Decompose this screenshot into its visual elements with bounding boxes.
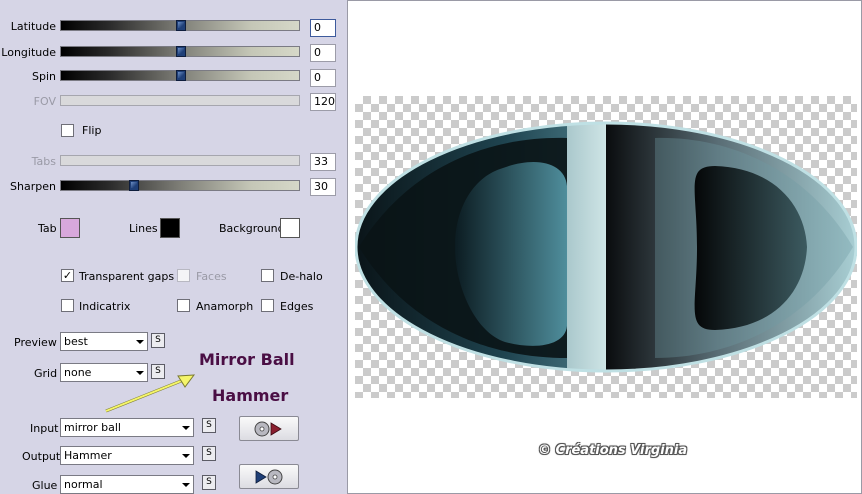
spin-slider[interactable] (60, 70, 300, 81)
faces-label: Faces (196, 270, 227, 283)
input-select[interactable]: mirror ball (60, 418, 194, 437)
fov-label: FOV (33, 95, 56, 108)
grid-label: Grid (34, 367, 58, 380)
indicatrix-checkbox[interactable] (61, 299, 74, 312)
output-s-button[interactable]: S (202, 446, 216, 461)
glue-s-button[interactable]: S (202, 475, 216, 490)
tabs-slider (60, 155, 300, 166)
tab-color-label: Tab (38, 222, 57, 235)
sharpen-label: Sharpen (10, 180, 56, 193)
play-disc-icon (255, 469, 283, 485)
save-output-button[interactable] (239, 464, 299, 489)
preview-s-button[interactable]: S (151, 333, 165, 348)
chevron-down-icon (136, 340, 144, 344)
anamorph-label: Anamorph (196, 300, 254, 313)
longitude-value[interactable]: 0 (310, 44, 336, 62)
preview-canvas: © Créations Virginia (347, 0, 862, 494)
flip-label: Flip (82, 124, 102, 137)
sharpen-slider-thumb[interactable] (129, 180, 139, 191)
grid-select-value: none (64, 366, 92, 379)
transparent-gaps-label: Transparent gaps (79, 270, 175, 283)
lines-color-label: Lines (129, 222, 158, 235)
latitude-slider-thumb[interactable] (176, 20, 186, 31)
input-s-button[interactable]: S (202, 418, 216, 433)
de-halo-label: De-halo (280, 270, 323, 283)
flip-checkbox[interactable] (61, 124, 74, 137)
annotation-hammer: Hammer (212, 386, 289, 405)
annotation-mirror-ball: Mirror Ball (199, 350, 295, 369)
chevron-down-icon (182, 483, 190, 487)
latitude-label: Latitude (10, 20, 56, 33)
output-select[interactable]: Hammer (60, 446, 194, 465)
edges-checkbox[interactable] (261, 299, 274, 312)
longitude-label: Longitude (1, 46, 56, 59)
fov-slider (60, 95, 300, 106)
disc-play-icon (254, 421, 282, 437)
hammer-projection-image (355, 121, 857, 373)
lines-color-swatch[interactable] (160, 218, 180, 238)
tabs-label: Tabs (31, 155, 56, 168)
chevron-down-icon (182, 454, 190, 458)
spin-value[interactable]: 0 (310, 69, 336, 87)
faces-checkbox (177, 269, 190, 282)
fov-value[interactable]: 120 (310, 93, 336, 111)
settings-panel: Latitude 0 Longitude 0 Spin 0 FOV 120 Fl… (0, 0, 346, 494)
glue-select[interactable]: normal (60, 475, 194, 494)
preview-select[interactable]: best (60, 332, 148, 351)
annotation-arrow-icon (105, 374, 196, 413)
glue-select-value: normal (64, 478, 103, 491)
preview-select-value: best (64, 335, 88, 348)
transparent-gaps-checkbox[interactable]: ✓ (61, 269, 74, 282)
tab-color-swatch[interactable] (60, 218, 80, 238)
preview-label: Preview (14, 336, 57, 349)
longitude-slider[interactable] (60, 46, 300, 57)
tabs-value[interactable]: 33 (310, 153, 336, 171)
output-label: Output (22, 450, 61, 463)
credit-watermark: © Créations Virginia (538, 443, 688, 458)
longitude-slider-thumb[interactable] (176, 46, 186, 57)
indicatrix-label: Indicatrix (79, 300, 131, 313)
glue-label: Glue (32, 479, 58, 492)
chevron-down-icon (182, 426, 190, 430)
background-color-swatch[interactable] (280, 218, 300, 238)
background-color-label: Background (219, 222, 285, 235)
edges-label: Edges (280, 300, 314, 313)
spin-slider-thumb[interactable] (176, 70, 186, 81)
sharpen-slider[interactable] (60, 180, 300, 191)
output-select-value: Hammer (64, 449, 112, 462)
sharpen-value[interactable]: 30 (310, 178, 336, 196)
spin-label: Spin (32, 70, 56, 83)
de-halo-checkbox[interactable] (261, 269, 274, 282)
latitude-slider[interactable] (60, 20, 300, 31)
load-input-button[interactable] (239, 416, 299, 441)
input-label: Input (30, 422, 59, 435)
latitude-value[interactable]: 0 (310, 19, 336, 37)
input-select-value: mirror ball (64, 421, 121, 434)
anamorph-checkbox[interactable] (177, 299, 190, 312)
